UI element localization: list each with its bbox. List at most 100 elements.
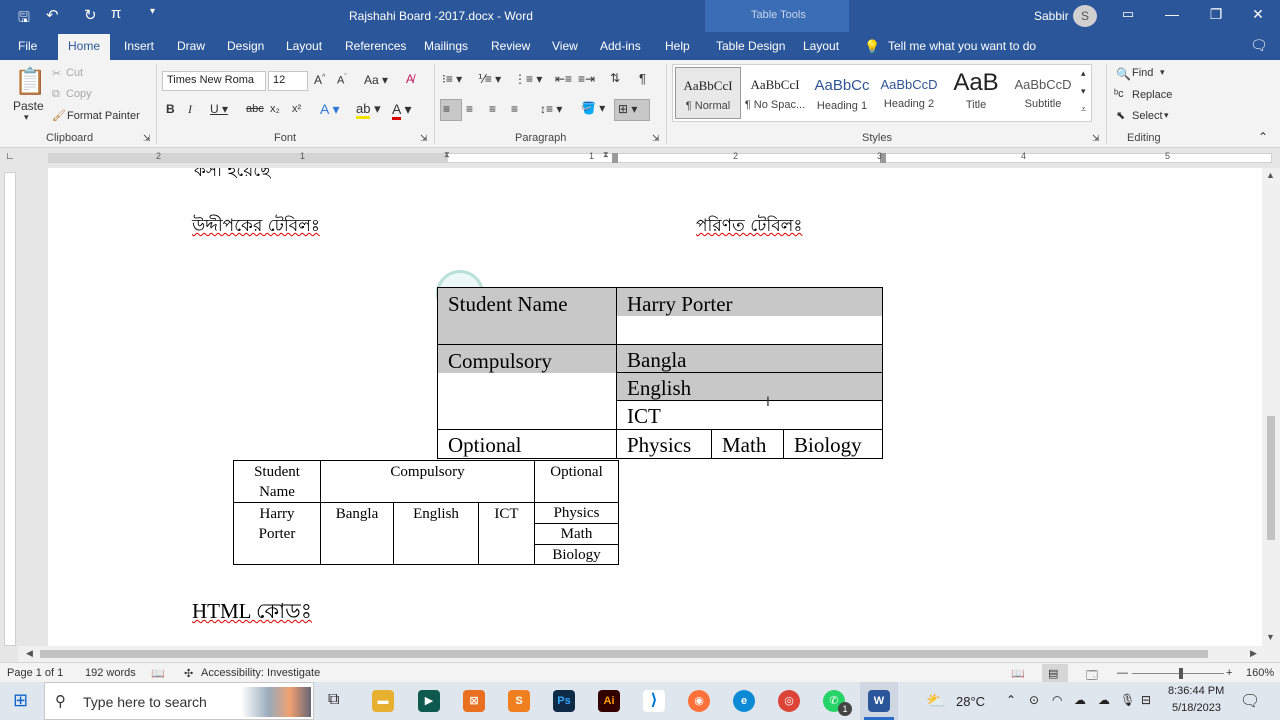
read-mode-icon[interactable]: 📖 (1011, 667, 1025, 680)
shrink-font-icon[interactable]: Aˇ (337, 74, 347, 87)
undo-icon[interactable]: ↶ (46, 6, 59, 24)
zoom-slider-thumb[interactable] (1179, 668, 1183, 679)
table-cell[interactable]: Harry Porter (616, 287, 883, 345)
paste-icon[interactable]: 📋 (14, 66, 46, 97)
clock-time[interactable]: 8:36:44 PM (1168, 685, 1224, 697)
table-cell[interactable]: Optional (534, 460, 619, 503)
vertical-scrollbar[interactable]: ▲ ▼ (1262, 168, 1280, 646)
table-cell[interactable]: Student Name (233, 460, 321, 503)
tab-table-design[interactable]: Table Design (716, 39, 785, 53)
table-cell[interactable]: Optional (437, 429, 617, 459)
increase-indent-icon[interactable]: ≡⇥ (578, 72, 595, 86)
table-cell[interactable]: English (616, 372, 883, 401)
bold-icon[interactable]: B (166, 102, 175, 116)
align-right-icon[interactable]: ≡ (489, 102, 496, 116)
styles-scroll-up-icon[interactable]: ▴ (1081, 68, 1086, 79)
style-heading-2[interactable]: AaBbCcD Heading 2 (876, 67, 942, 119)
table-cell[interactable]: Physics (616, 429, 712, 459)
customize-qat-icon[interactable]: ▾ (150, 6, 155, 17)
find-button[interactable]: Find (1132, 67, 1153, 79)
show-marks-icon[interactable]: ¶ (639, 71, 646, 86)
tab-draw[interactable]: Draw (177, 39, 205, 53)
sort-icon[interactable]: ⇅ (610, 71, 620, 85)
table-cell[interactable]: ICT (478, 502, 535, 565)
table-cell[interactable]: Biology (534, 544, 619, 565)
tab-addins[interactable]: Add-ins (600, 39, 641, 53)
onedrive-icon[interactable]: ☁ (1074, 693, 1086, 707)
table-cell[interactable]: Bangla (616, 344, 883, 373)
styles-more-icon[interactable]: ⩡ (1081, 104, 1086, 115)
shading-icon[interactable]: 🪣 ▾ (581, 101, 605, 115)
style-heading-1[interactable]: AaBbCc Heading 1 (809, 67, 875, 119)
zoom-out-icon[interactable]: — (1117, 667, 1128, 679)
copy-button[interactable]: Copy (66, 88, 92, 100)
tab-home[interactable]: Home (58, 34, 110, 60)
tell-me-search[interactable]: Tell me what you want to do (888, 39, 1036, 53)
replace-button[interactable]: Replace (1132, 89, 1172, 101)
style-no-spacing[interactable]: AaBbCcI ¶ No Spac... (742, 67, 808, 119)
font-launcher-icon[interactable]: ⇲ (420, 133, 428, 144)
tab-insert[interactable]: Insert (124, 39, 154, 53)
styles-launcher-icon[interactable]: ⇲ (1092, 133, 1100, 144)
align-center-icon[interactable]: ≡ (466, 102, 473, 116)
cut-button[interactable]: Cut (66, 67, 83, 79)
chrome-icon[interactable]: ◎ (778, 690, 800, 712)
zoom-level[interactable]: 160% (1246, 667, 1274, 679)
cloud-icon[interactable]: ☁ (1098, 693, 1110, 707)
scroll-right-icon[interactable]: ▶ (1250, 648, 1257, 659)
find-dropdown-icon[interactable]: ▾ (1160, 67, 1165, 78)
firefox-icon[interactable]: ◉ (688, 690, 710, 712)
tab-help[interactable]: Help (665, 39, 690, 53)
print-layout-icon[interactable]: ▤ (1048, 667, 1058, 680)
table-cell[interactable]: Bangla (320, 502, 394, 565)
tab-layout[interactable]: Layout (286, 39, 322, 53)
table-cell[interactable]: Math (534, 523, 619, 545)
horizontal-ruler[interactable]: ∟ 2 1 ⧗ ⧗ 1 2 3 4 5 (0, 148, 1280, 168)
scroll-left-icon[interactable]: ◀ (26, 648, 33, 659)
photoshop-icon[interactable]: Ps (553, 690, 575, 712)
vscode-icon[interactable]: ⟩ (643, 690, 665, 712)
style-title[interactable]: AaB Title (943, 67, 1009, 119)
zoom-in-icon[interactable]: + (1226, 667, 1232, 679)
column-boundary[interactable] (612, 153, 618, 163)
collapse-ribbon-icon[interactable]: ⌃ (1258, 130, 1268, 144)
font-name-combo[interactable]: Times New Roma (162, 71, 266, 91)
page-count[interactable]: Page 1 of 1 (7, 667, 63, 679)
strikethrough-icon[interactable]: abc (246, 103, 264, 115)
paste-dropdown-icon[interactable]: ▾ (24, 112, 29, 123)
clear-formatting-icon[interactable]: A̸ (406, 72, 414, 86)
table-cell[interactable]: Biology (783, 429, 883, 459)
superscript-icon[interactable]: x² (292, 103, 301, 115)
table-cell[interactable]: Math (711, 429, 784, 459)
decrease-indent-icon[interactable]: ⇤≡ (555, 72, 572, 86)
multilevel-list-icon[interactable]: ⋮≡ ▾ (514, 72, 542, 86)
taskbar-search[interactable]: ⚲ Type here to search (44, 682, 314, 720)
horizontal-scrollbar[interactable]: ◀ ▶ (18, 646, 1280, 662)
column-marker-icon[interactable]: ⧗ (603, 150, 609, 160)
styles-scroll-down-icon[interactable]: ▾ (1081, 86, 1086, 97)
select-button[interactable]: Select (1132, 110, 1163, 122)
tab-table-layout[interactable]: Layout (803, 39, 839, 53)
tab-selector-icon[interactable]: ∟ (5, 151, 15, 162)
minimize-icon[interactable]: — (1160, 6, 1184, 22)
text-effects-icon[interactable]: A ▾ (320, 101, 339, 118)
task-view-icon[interactable]: ⧉ (328, 691, 339, 709)
indent-marker-icon[interactable]: ⧗ (444, 150, 450, 160)
table-cell[interactable]: Physics (534, 502, 619, 524)
microphone-icon[interactable]: 🎙 (1120, 693, 1135, 707)
save-icon[interactable]: 🖫 (18, 7, 30, 31)
table-cell[interactable]: English (393, 502, 479, 565)
illustrator-icon[interactable]: Ai (598, 690, 620, 712)
tab-mailings[interactable]: Mailings (424, 39, 468, 53)
tab-references[interactable]: References (345, 39, 406, 53)
paragraph-launcher-icon[interactable]: ⇲ (652, 133, 660, 144)
sublime-text-icon[interactable]: S (508, 690, 530, 712)
ribbon-display-icon[interactable]: ▭ (1116, 6, 1140, 22)
vertical-scroll-thumb[interactable] (1267, 416, 1275, 540)
terminal-app-icon[interactable]: ▶ (418, 690, 440, 712)
numbering-icon[interactable]: ⅟≡ ▾ (478, 72, 501, 86)
close-icon[interactable]: ✕ (1246, 6, 1270, 23)
comments-icon[interactable]: 🗨 (1250, 37, 1268, 54)
meet-now-icon[interactable]: ⊙ (1029, 693, 1039, 707)
user-name[interactable]: Sabbir (1034, 9, 1069, 23)
